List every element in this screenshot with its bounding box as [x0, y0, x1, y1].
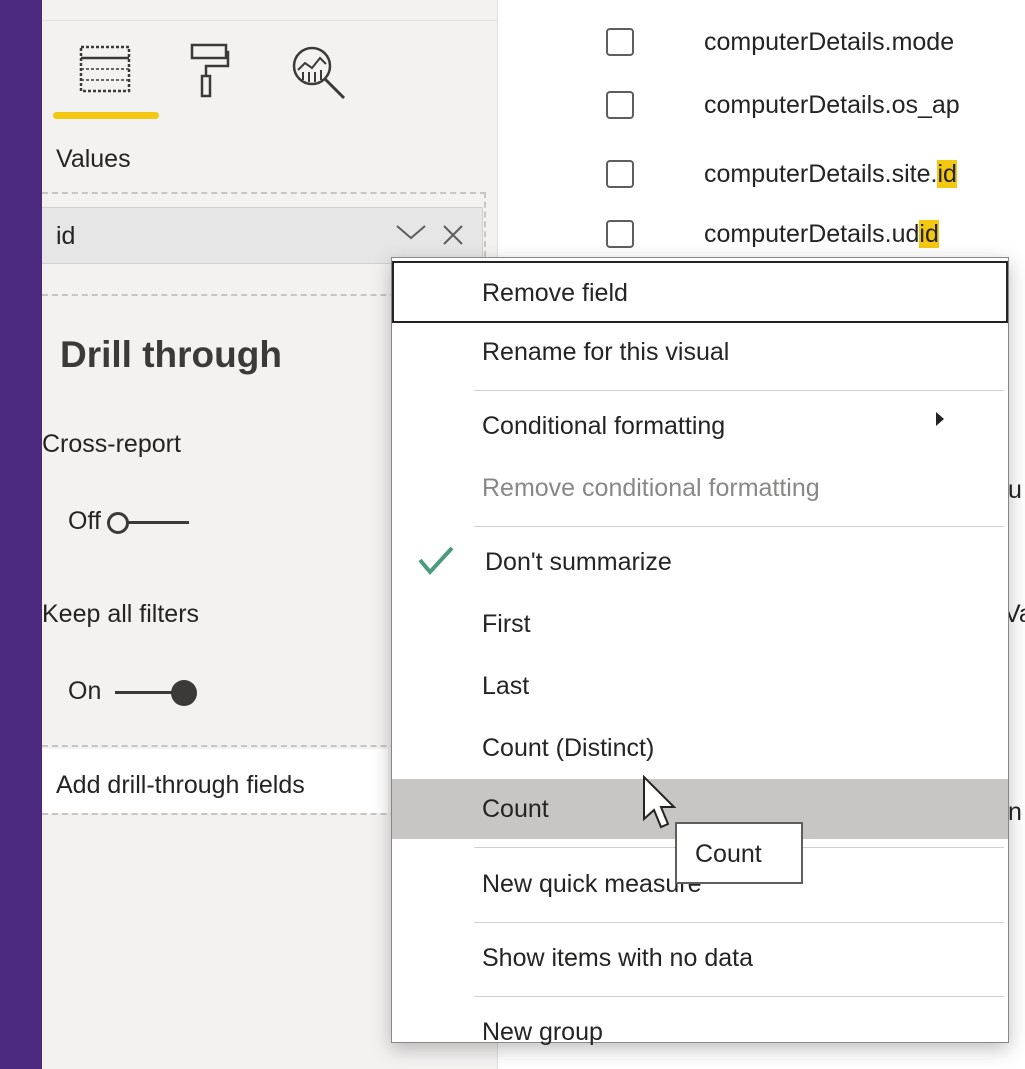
- add-drill-through-fields-hint: Add drill-through fields: [42, 749, 388, 813]
- caret-right-icon: [934, 410, 946, 434]
- menu-item-dont-summarize[interactable]: Don't summarize: [392, 532, 1008, 592]
- fields-table-icon[interactable]: [78, 44, 134, 99]
- field-name: computerDetails.os_ap: [704, 90, 960, 119]
- field-checkbox[interactable]: [606, 220, 634, 248]
- cross-report-state: Off: [68, 507, 101, 535]
- field-name: computerDetails.site.id: [704, 159, 957, 188]
- field-list-item[interactable]: computerDetails.os_ap: [606, 85, 960, 125]
- pane-divider: [42, 20, 497, 21]
- keep-all-filters-label: Keep all filters: [42, 600, 200, 628]
- keep-all-filters-toggle[interactable]: [115, 679, 198, 706]
- field-list-item[interactable]: computerDetails.mode: [606, 22, 954, 62]
- field-checkbox[interactable]: [606, 28, 634, 56]
- menu-item-first[interactable]: First: [392, 594, 1008, 654]
- drill-through-title: Drill through: [60, 334, 282, 375]
- values-field-name: id: [56, 222, 76, 250]
- clipped-field-fragment: n: [1008, 798, 1022, 826]
- menu-separator: [474, 526, 1004, 527]
- cross-report-toggle[interactable]: [106, 510, 189, 534]
- cross-report-label: Cross-report: [42, 430, 181, 458]
- cross-report-toggle-row: Off: [68, 507, 189, 536]
- field-name: computerDetails.udid: [704, 219, 939, 248]
- menu-item-count-distinct[interactable]: Count (Distinct): [392, 718, 1008, 778]
- active-tab-indicator: [53, 112, 159, 119]
- field-context-menu: Remove field Rename for this visual Cond…: [391, 257, 1009, 1046]
- tooltip: Count: [675, 822, 803, 884]
- menu-item-remove-field[interactable]: Remove field: [392, 261, 1008, 323]
- checkmark-icon: [414, 540, 458, 587]
- clipped-field-fragment: u: [1008, 476, 1022, 504]
- format-paint-roller-icon[interactable]: [190, 42, 230, 105]
- menu-item-conditional-formatting[interactable]: Conditional formatting: [392, 396, 1008, 456]
- menu-item-remove-conditional-formatting: Remove conditional formatting: [482, 474, 820, 502]
- menu-separator: [474, 996, 1004, 997]
- values-field-pill[interactable]: id: [42, 207, 483, 264]
- field-checkbox[interactable]: [606, 160, 634, 188]
- keep-all-filters-toggle-row: On: [68, 677, 198, 706]
- mouse-pointer-icon: [640, 774, 680, 836]
- menu-separator: [474, 390, 1004, 391]
- analytics-magnifier-icon[interactable]: [290, 44, 350, 107]
- menu-item-show-items-no-data[interactable]: Show items with no data: [392, 928, 1008, 988]
- menu-separator: [474, 922, 1004, 923]
- chevron-down-icon[interactable]: [394, 218, 428, 253]
- field-checkbox[interactable]: [606, 91, 634, 119]
- menu-item-last[interactable]: Last: [392, 656, 1008, 716]
- field-list-item[interactable]: computerDetails.site.id: [606, 154, 957, 194]
- keep-all-filters-state: On: [68, 677, 102, 705]
- field-list-item[interactable]: computerDetails.udid: [606, 214, 939, 254]
- close-icon[interactable]: [442, 222, 464, 253]
- menu-item-rename-for-visual[interactable]: Rename for this visual: [392, 322, 1008, 382]
- values-label: Values: [56, 145, 131, 173]
- field-name: computerDetails.mode: [704, 27, 955, 56]
- menu-item-new-group[interactable]: New group: [392, 1002, 1008, 1046]
